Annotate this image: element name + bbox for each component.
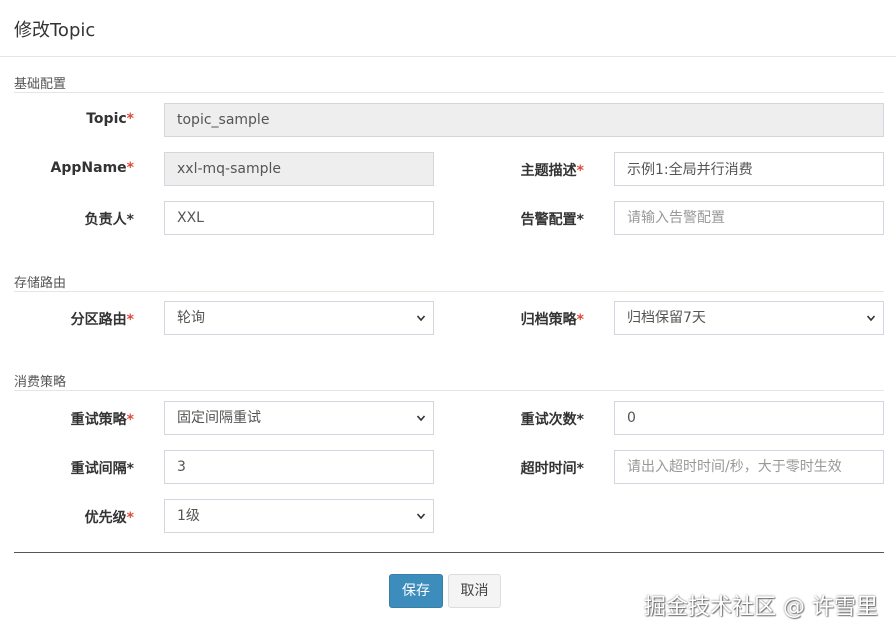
desc-label: 主题描述* (520, 163, 584, 179)
retry-strategy-select-value: 固定间隔重试 (177, 410, 261, 426)
section-title-consume: 消费策略 (14, 375, 67, 390)
retry-strategy-label: 重试策略* (70, 412, 134, 428)
timeout-label: 超时时间* (520, 461, 584, 477)
priority-select[interactable]: 1级 (164, 499, 434, 533)
partition-select-value: 轮询 (177, 310, 205, 326)
section-divider (14, 92, 884, 93)
section-title-storage: 存储路由 (14, 276, 67, 291)
retry-count-label: 重试次数* (520, 412, 584, 428)
archive-select[interactable]: 归档保留7天 (614, 301, 884, 335)
priority-label: 优先级* (84, 510, 134, 526)
appname-label: AppName* (50, 160, 134, 176)
retry-count-input[interactable] (614, 401, 884, 435)
retry-interval-label: 重试间隔* (70, 461, 134, 477)
desc-input[interactable] (614, 152, 884, 186)
chevron-down-icon (417, 415, 425, 422)
watermark-text: 掘金技术社区 @ 许雪里 (644, 595, 878, 620)
chevron-down-icon (417, 315, 425, 322)
topic-input[interactable] (164, 103, 884, 137)
alarm-input[interactable] (614, 201, 884, 235)
owner-input[interactable] (164, 201, 434, 235)
footer-divider (14, 552, 884, 553)
section-divider (14, 390, 884, 391)
partition-label: 分区路由* (70, 312, 134, 328)
archive-label: 归档策略* (520, 312, 584, 328)
archive-select-value: 归档保留7天 (627, 310, 706, 326)
topic-label: Topic* (86, 111, 134, 127)
section-divider (14, 291, 884, 292)
chevron-down-icon (867, 315, 875, 322)
save-button[interactable]: 保存 (389, 574, 443, 608)
modal-title: 修改Topic (14, 20, 96, 41)
alarm-label: 告警配置* (520, 212, 584, 228)
partition-select[interactable]: 轮询 (164, 301, 434, 335)
section-title-basic: 基础配置 (14, 77, 67, 92)
priority-select-value: 1级 (177, 508, 200, 524)
modal-header: 修改Topic (0, 0, 896, 57)
retry-strategy-select[interactable]: 固定间隔重试 (164, 401, 434, 435)
retry-interval-input[interactable] (164, 450, 434, 484)
owner-label: 负责人* (84, 212, 134, 228)
appname-input[interactable] (164, 152, 434, 186)
timeout-input[interactable] (614, 450, 884, 484)
cancel-button[interactable]: 取消 (448, 574, 501, 608)
chevron-down-icon (417, 513, 425, 520)
